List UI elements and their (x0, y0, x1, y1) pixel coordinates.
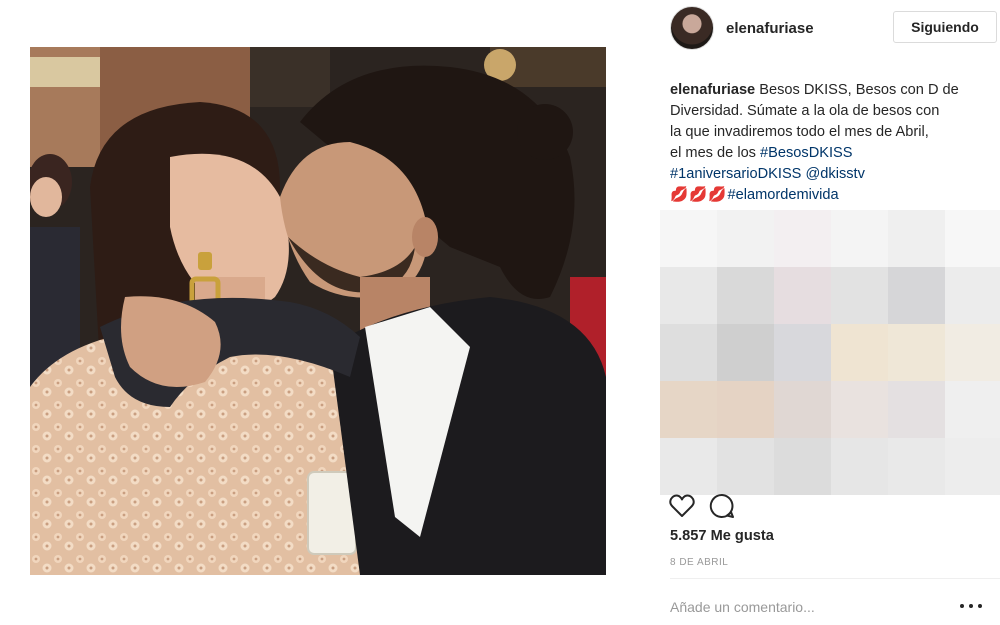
post-date[interactable]: 8 DE ABRIL (670, 557, 728, 568)
mosaic-cell (774, 267, 831, 324)
mosaic-cell (831, 267, 888, 324)
mosaic-cell (831, 438, 888, 495)
heart-icon[interactable] (669, 494, 695, 518)
author-username[interactable]: elenafuriase (726, 20, 814, 37)
post-photo[interactable] (30, 47, 606, 575)
post-caption: elenafuriase Besos DKISS, Besos con D de… (670, 80, 995, 206)
lips-emoji: 💋💋💋 (670, 187, 728, 203)
mosaic-cell (888, 381, 945, 438)
more-options-icon[interactable] (960, 598, 982, 614)
mosaic-cell (660, 381, 717, 438)
caption-line-2: Diversidad. Súmate a la ola de besos con (670, 103, 940, 119)
mosaic-cell (774, 210, 831, 267)
caption-line-1: elenafuriase Besos DKISS, Besos con D de (670, 80, 995, 101)
comment-input[interactable] (670, 596, 950, 618)
hashtag-besosdkiss[interactable]: #BesosDKISS (760, 145, 852, 161)
mosaic-cell (945, 381, 1000, 438)
mosaic-cell (660, 438, 717, 495)
caption-line-6: 💋💋💋#elamordemivida (670, 185, 995, 206)
kiss-photo (30, 47, 606, 575)
mention-dkisstv[interactable]: @dkisstv (805, 166, 864, 182)
pixelated-comments (660, 210, 1000, 496)
avatar[interactable] (670, 6, 714, 50)
mosaic-cell (717, 210, 774, 267)
mosaic-cell (660, 210, 717, 267)
mosaic-cell (774, 324, 831, 381)
mosaic-cell (831, 210, 888, 267)
following-button[interactable]: Siguiendo (893, 11, 997, 43)
more-dot (960, 604, 964, 608)
more-dot (978, 604, 982, 608)
mosaic-cell (831, 381, 888, 438)
mosaic-cell (945, 438, 1000, 495)
more-dot (969, 604, 973, 608)
caption-text-1: Besos DKISS, Besos con D de (755, 82, 959, 98)
mosaic-cell (945, 267, 1000, 324)
mosaic-cell (717, 438, 774, 495)
mosaic-cell (888, 438, 945, 495)
mosaic-cell (888, 267, 945, 324)
hashtag-elamordemivida[interactable]: #elamordemivida (728, 187, 839, 203)
mosaic-cell (888, 210, 945, 267)
comment-icon[interactable] (709, 493, 735, 519)
caption-line-4: el mes de los #BesosDKISS (670, 143, 995, 164)
hashtag-1aniversariodkiss[interactable]: #1aniversarioDKISS (670, 166, 801, 182)
likes-count[interactable]: 5.857 Me gusta (670, 528, 774, 544)
post-header: elenafuriase Siguiendo (670, 6, 1000, 50)
mosaic-cell (945, 210, 1000, 267)
caption-line-5: #1aniversarioDKISS @dkisstv (670, 164, 995, 185)
post-sidebar: elenafuriase Siguiendo elenafuriase Beso… (655, 0, 1000, 625)
mosaic-cell (717, 267, 774, 324)
mosaic-cell (717, 324, 774, 381)
mosaic-cell (717, 381, 774, 438)
mosaic-cell (660, 324, 717, 381)
mosaic-cell (774, 381, 831, 438)
mosaic-cell (888, 324, 945, 381)
divider (670, 578, 1000, 579)
mosaic-cell (660, 267, 717, 324)
caption-line-3: la que invadiremos todo el mes de Abril, (670, 124, 929, 140)
caption-username[interactable]: elenafuriase (670, 82, 755, 98)
action-bar (669, 492, 749, 520)
mosaic-cell (774, 438, 831, 495)
mosaic-cell (945, 324, 1000, 381)
caption-text-4: el mes de los (670, 145, 761, 161)
mosaic-cell (831, 324, 888, 381)
